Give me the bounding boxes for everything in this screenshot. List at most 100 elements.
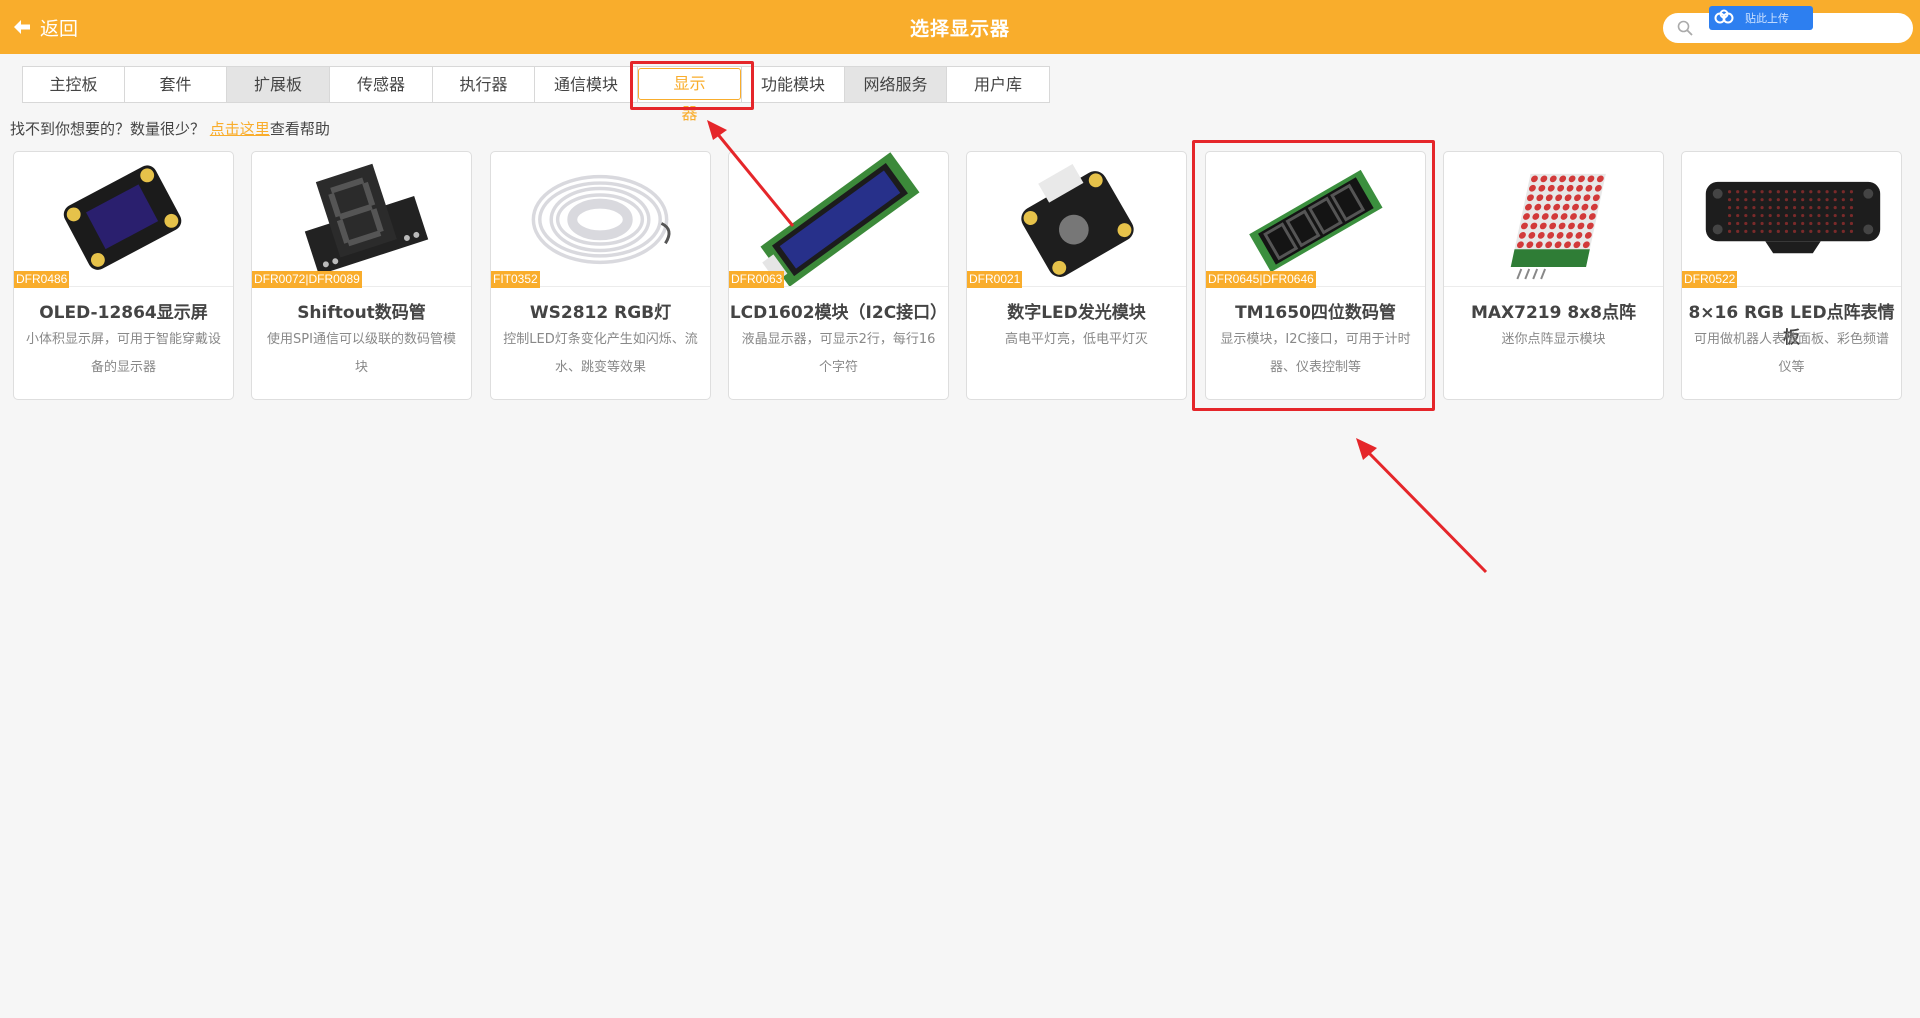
matrix-dot: [1833, 206, 1837, 210]
matrix-dot: [1833, 221, 1837, 226]
upload-overlay-badge[interactable]: 贴此上传: [1709, 6, 1813, 30]
matrix-dot: [1727, 198, 1732, 202]
tab-main-board[interactable]: 主控板: [23, 67, 125, 102]
matrix-dot: [1744, 213, 1748, 218]
product-name: WS2812 RGB灯: [529, 303, 672, 323]
matrix-dot: [1849, 198, 1854, 202]
product-name: TM1650四位数码管: [1235, 303, 1396, 323]
product-image: [491, 152, 710, 287]
tab-sensor[interactable]: 传感器: [330, 67, 433, 102]
matrix-dot: [1801, 206, 1805, 210]
matrix-dot: [1849, 206, 1854, 210]
category-tabs: 主控板 套件 扩展板 传感器 执行器 通信模块 显示器 功能模块 网络服务 用户…: [22, 66, 1050, 123]
matrix-dot: [1736, 221, 1740, 226]
tab-network-service[interactable]: 网络服务: [845, 67, 947, 102]
tab-display[interactable]: 显示器: [638, 67, 742, 123]
matrix-dot: [1752, 206, 1756, 210]
sku-badge: DFR0063: [729, 271, 785, 288]
matrix-dot: [1801, 190, 1805, 194]
product-description: 控制LED灯条变化产生如闪烁、流水、跳变等效果: [503, 332, 698, 375]
product-card[interactable]: FIT0352 WS2812 RGB灯 控制LED灯条变化产生如闪烁、流水、跳变…: [490, 151, 711, 400]
matrix-dot: [1776, 206, 1780, 210]
matrix-dot: [1825, 221, 1829, 226]
matrix-dot: [1760, 221, 1764, 226]
matrix-dot: [1776, 198, 1780, 202]
tab-expansion-board[interactable]: 扩展板: [227, 67, 330, 102]
matrix-dot: [1809, 198, 1813, 202]
matrix-dot: [1760, 190, 1764, 194]
matrix-dot: [1784, 221, 1789, 226]
matrix-dot: [1752, 221, 1756, 226]
matrix-dot: [1768, 213, 1772, 218]
product-description: 使用SPI通信可以级联的数码管模块: [267, 332, 456, 375]
matrix-dot: [1784, 229, 1789, 233]
matrix-dot: [1801, 198, 1805, 202]
matrix-dot: [1744, 190, 1748, 194]
matrix-dot: [1744, 229, 1748, 233]
matrix-dot: [1825, 198, 1829, 202]
matrix-dot: [1841, 213, 1845, 218]
tab-communication[interactable]: 通信模块: [535, 67, 638, 102]
matrix-dot: [1727, 206, 1732, 210]
product-image: [252, 152, 471, 287]
product-card[interactable]: DFR0063 LCD1602模块（I2C接口） 液晶显示器，可显示2行，每行1…: [728, 151, 949, 400]
cloud-icon: [1714, 9, 1734, 24]
matrix-dot: [1768, 198, 1772, 202]
matrix-dot: [1792, 198, 1797, 202]
arrow-to-card: [1356, 438, 1488, 574]
tab-user-library[interactable]: 用户库: [947, 67, 1049, 102]
matrix-dot: [1801, 221, 1805, 226]
product-card[interactable]: DFR0021 数字LED发光模块 高电平灯亮，低电平灯灭: [966, 151, 1187, 400]
product-card[interactable]: MAX7219 8x8点阵 迷你点阵显示模块: [1443, 151, 1664, 400]
matrix-dot: [1752, 213, 1756, 218]
tab-label: 用户库: [973, 75, 1022, 94]
sku-badge: DFR0021: [967, 271, 1023, 288]
product-card[interactable]: DFR0486 OLED-12864显示屏 小体积显示屏，可用于智能穿戴设备的显…: [13, 151, 234, 400]
product-description: 小体积显示屏，可用于智能穿戴设备的显示器: [25, 332, 221, 375]
product-image: [1682, 152, 1901, 287]
sku-badge: DFR0486: [14, 271, 70, 288]
product-image: [1444, 152, 1663, 287]
product-description: 可用做机器人表情面板、彩色频谱仪等: [1693, 332, 1889, 375]
matrix-dot: [1744, 206, 1748, 210]
matrix-dot: [1817, 221, 1821, 226]
tab-label: 套件: [159, 75, 192, 94]
tab-actuator[interactable]: 执行器: [433, 67, 535, 102]
matrix-dot: [1841, 229, 1845, 233]
matrix-dot: [1792, 206, 1797, 210]
lcd1602-icon: [760, 152, 920, 286]
matrix-dot: [1841, 221, 1845, 226]
help-prefix: 找不到你想要的？数量很少？: [10, 120, 206, 138]
matrix-dot: [1736, 198, 1740, 202]
matrix-dot: [1784, 213, 1789, 218]
matrix-dot: [1817, 206, 1821, 210]
matrix-dot: [1752, 229, 1756, 233]
product-card[interactable]: DFR0072|DFR0089 Shiftout数码管 使用SPI通信可以级联的…: [251, 151, 472, 400]
matrix-dot: [1809, 229, 1813, 233]
matrix-dot: [1809, 190, 1813, 194]
matrix-dot: [1849, 221, 1854, 226]
product-name: Shiftout数码管: [297, 303, 426, 323]
top-bar: 返回 选择显示器 贴此上传: [0, 0, 1920, 54]
matrix-dot: [1809, 213, 1813, 218]
matrix-dot: [1768, 229, 1772, 233]
help-link[interactable]: 点击这里: [210, 120, 270, 138]
matrix-dot: [1849, 190, 1854, 194]
product-card[interactable]: DFR0522 8×16 RGB LED点阵表情板 可用做机器人表情面板、彩色频…: [1681, 151, 1902, 400]
tab-function-module[interactable]: 功能模块: [742, 67, 845, 102]
matrix-dot: [1825, 213, 1829, 218]
product-name: LCD1602模块（I2C接口）: [729, 303, 948, 323]
page-title: 选择显示器: [909, 18, 1010, 40]
oled-module-icon: [63, 165, 182, 270]
matrix-dot: [1727, 213, 1732, 218]
help-suffix: 查看帮助: [269, 120, 330, 138]
matrix-dot: [1760, 229, 1764, 233]
matrix-dot: [1736, 190, 1740, 194]
tab-label: 扩展板: [253, 75, 302, 94]
tab-label: 执行器: [459, 75, 508, 94]
matrix-dot: [1825, 229, 1829, 233]
tab-kit[interactable]: 套件: [125, 67, 227, 102]
tab-label: 主控板: [49, 75, 98, 94]
product-card[interactable]: DFR0645|DFR0646 TM1650四位数码管 显示模块，I2C接口，可…: [1205, 151, 1426, 400]
matrix-dot: [1817, 198, 1821, 202]
